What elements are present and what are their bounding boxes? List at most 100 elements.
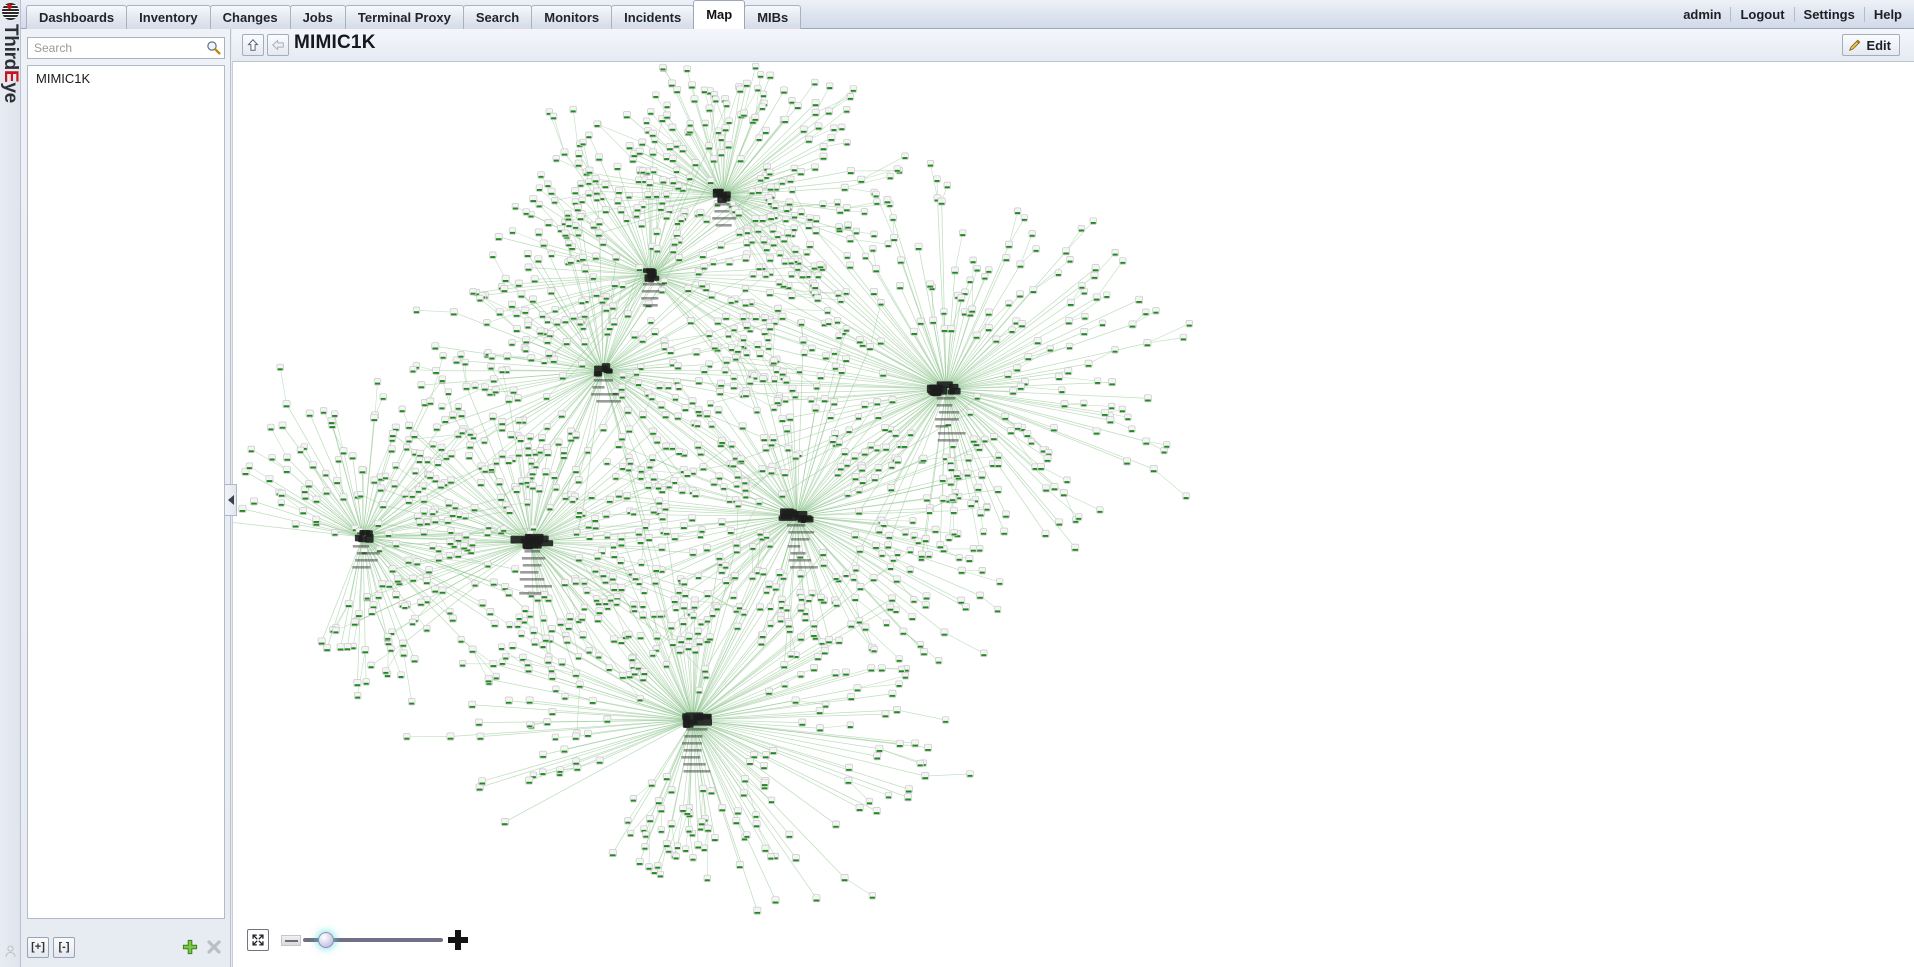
- graph-hub-node[interactable]: [683, 719, 691, 728]
- graph-node[interactable]: [539, 750, 548, 759]
- graph-node[interactable]: [741, 477, 749, 486]
- graph-node[interactable]: [672, 852, 680, 861]
- graph-node[interactable]: [559, 447, 568, 455]
- graph-node[interactable]: [527, 458, 535, 466]
- graph-node[interactable]: [868, 892, 877, 900]
- graph-node[interactable]: [696, 208, 705, 217]
- graph-node[interactable]: [623, 310, 632, 319]
- graph-node[interactable]: [551, 197, 559, 205]
- graph-node[interactable]: [753, 406, 761, 415]
- graph-node[interactable]: [654, 482, 663, 491]
- graph-node[interactable]: [996, 578, 1004, 586]
- graph-node[interactable]: [703, 589, 712, 598]
- graph-node[interactable]: [557, 410, 566, 419]
- graph-node[interactable]: [454, 534, 463, 543]
- graph-node[interactable]: [305, 409, 314, 418]
- graph-node[interactable]: [1080, 328, 1089, 336]
- graph-node[interactable]: [408, 698, 416, 706]
- logout-link[interactable]: Logout: [1731, 7, 1795, 22]
- graph-node[interactable]: [742, 321, 751, 330]
- graph-node[interactable]: [725, 496, 734, 504]
- graph-node[interactable]: [403, 733, 411, 741]
- graph-node[interactable]: [607, 595, 615, 603]
- graph-node[interactable]: [375, 545, 384, 553]
- graph-node[interactable]: [296, 446, 305, 454]
- graph-node[interactable]: [524, 321, 532, 330]
- graph-node[interactable]: [1033, 337, 1042, 346]
- graph-node[interactable]: [444, 499, 453, 508]
- graph-node[interactable]: [694, 441, 703, 450]
- graph-node[interactable]: [921, 535, 930, 543]
- graph-node[interactable]: [792, 854, 800, 863]
- graph-node[interactable]: [504, 395, 513, 404]
- graph-node[interactable]: [836, 463, 845, 472]
- graph-node[interactable]: [798, 271, 807, 280]
- graph-node[interactable]: [721, 366, 729, 375]
- graph-node[interactable]: [735, 228, 744, 237]
- graph-node[interactable]: [699, 463, 708, 472]
- graph-node[interactable]: [739, 313, 747, 321]
- graph-node[interactable]: [454, 403, 462, 411]
- graph-node[interactable]: [653, 436, 662, 445]
- graph-node[interactable]: [462, 531, 471, 540]
- graph-node[interactable]: [613, 162, 622, 171]
- graph-node[interactable]: [558, 658, 567, 667]
- graph-node[interactable]: [969, 435, 978, 444]
- graph-node[interactable]: [1143, 339, 1152, 348]
- graph-node[interactable]: [331, 529, 339, 537]
- graph-node[interactable]: [840, 183, 849, 192]
- graph-node[interactable]: [451, 502, 459, 511]
- graph-node[interactable]: [354, 692, 362, 700]
- graph-node[interactable]: [681, 404, 690, 412]
- graph-node[interactable]: [447, 476, 455, 485]
- graph-node[interactable]: [379, 393, 387, 401]
- graph-node[interactable]: [637, 220, 646, 229]
- graph-node[interactable]: [591, 565, 600, 574]
- graph-node[interactable]: [895, 739, 904, 748]
- graph-node[interactable]: [618, 392, 626, 400]
- graph-hub-node[interactable]: [534, 540, 554, 547]
- graph-node[interactable]: [1142, 308, 1150, 316]
- graph-node[interactable]: [674, 362, 682, 371]
- graph-node[interactable]: [787, 270, 796, 279]
- tab-terminal-proxy[interactable]: Terminal Proxy: [344, 5, 464, 29]
- graph-node[interactable]: [309, 461, 318, 470]
- graph-node[interactable]: [741, 285, 750, 293]
- graph-node[interactable]: [571, 187, 580, 196]
- graph-node[interactable]: [593, 194, 601, 203]
- graph-node[interactable]: [1013, 422, 1022, 431]
- graph-node[interactable]: [471, 580, 479, 588]
- graph-node[interactable]: [732, 539, 741, 548]
- graph-node[interactable]: [658, 197, 667, 206]
- graph-node[interactable]: [981, 435, 989, 444]
- graph-node[interactable]: [733, 807, 742, 816]
- graph-node[interactable]: [632, 211, 641, 219]
- graph-node[interactable]: [664, 382, 673, 390]
- fit-to-screen-button[interactable]: [247, 929, 269, 951]
- graph-node[interactable]: [584, 521, 593, 530]
- graph-node[interactable]: [505, 621, 514, 629]
- graph-node[interactable]: [973, 393, 981, 401]
- graph-node[interactable]: [599, 238, 608, 247]
- graph-node[interactable]: [595, 756, 604, 765]
- graph-node[interactable]: [774, 304, 782, 313]
- graph-node[interactable]: [781, 680, 789, 689]
- graph-node[interactable]: [994, 459, 1003, 468]
- graph-node[interactable]: [700, 86, 709, 94]
- graph-node[interactable]: [651, 136, 659, 144]
- graph-node[interactable]: [578, 196, 586, 204]
- graph-node[interactable]: [322, 469, 330, 478]
- graph-node[interactable]: [733, 345, 742, 354]
- graph-node[interactable]: [767, 796, 776, 804]
- graph-node[interactable]: [434, 458, 442, 467]
- graph-node[interactable]: [1078, 282, 1086, 290]
- graph-node[interactable]: [515, 613, 523, 621]
- graph-node[interactable]: [498, 366, 506, 374]
- graph-node[interactable]: [387, 445, 396, 454]
- graph-node[interactable]: [700, 263, 708, 271]
- graph-node[interactable]: [748, 236, 756, 245]
- graph-node[interactable]: [572, 757, 581, 766]
- graph-node[interactable]: [387, 645, 395, 653]
- graph-node[interactable]: [363, 593, 371, 601]
- graph-node[interactable]: [1041, 529, 1050, 538]
